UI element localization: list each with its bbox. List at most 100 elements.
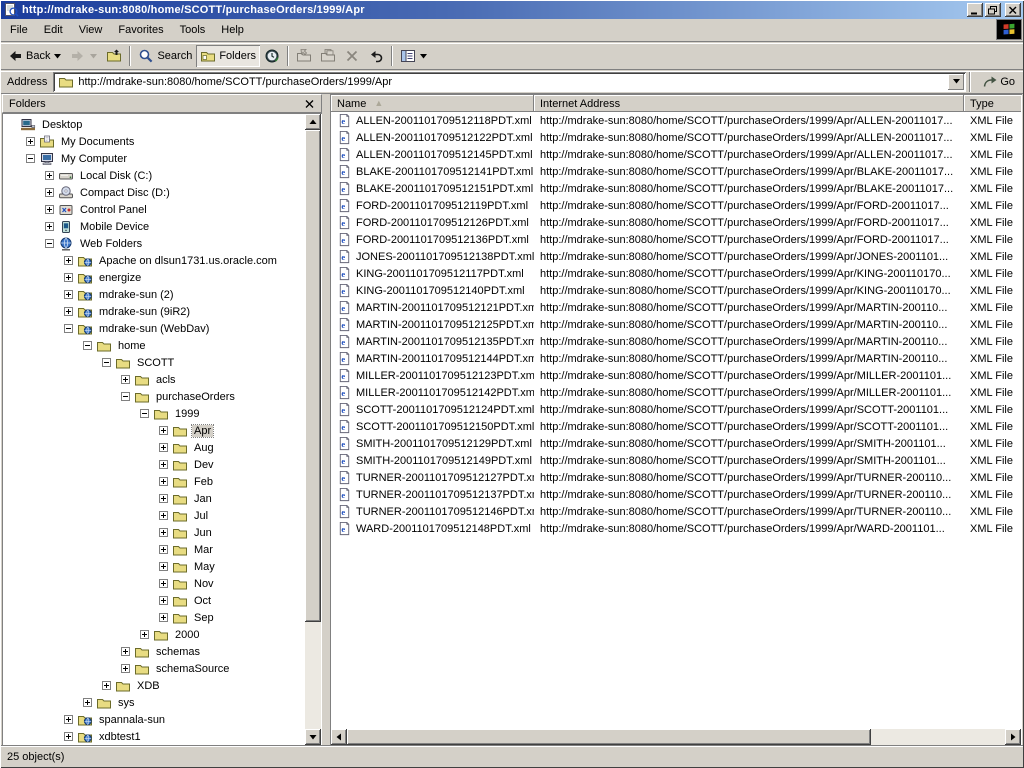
- minimize-button[interactable]: [967, 3, 983, 17]
- chevron-down-icon[interactable]: [53, 45, 62, 67]
- pane-splitter[interactable]: [322, 94, 330, 746]
- forward-button[interactable]: [66, 45, 102, 67]
- file-row-allen-2001101709512118pdt-xml[interactable]: eALLEN-2001101709512118PDT.xmlhttp://mdr…: [331, 112, 1021, 129]
- expand-toggle-icon[interactable]: [159, 579, 168, 588]
- tree-item-my-computer[interactable]: My Computer: [3, 150, 305, 167]
- tree-item-local-disk-c[interactable]: Local Disk (C:): [3, 167, 305, 184]
- tree-item-home[interactable]: home: [3, 337, 305, 354]
- tree-item-oct[interactable]: Oct: [3, 592, 305, 609]
- copy-to-button[interactable]: [316, 45, 340, 67]
- tree-item-jul[interactable]: Jul: [3, 507, 305, 524]
- column-header-name[interactable]: Name ▲: [331, 95, 534, 112]
- tree-item-my-documents[interactable]: My Documents: [3, 133, 305, 150]
- file-row-ford-2001101709512136pdt-xml[interactable]: eFORD-2001101709512136PDT.xmlhttp://mdra…: [331, 231, 1021, 248]
- tree-item-dev[interactable]: Dev: [3, 456, 305, 473]
- expand-toggle-icon[interactable]: [159, 596, 168, 605]
- menu-favorites[interactable]: Favorites: [110, 21, 171, 40]
- file-row-king-2001101709512140pdt-xml[interactable]: eKING-2001101709512140PDT.xmlhttp://mdra…: [331, 282, 1021, 299]
- expand-toggle-icon[interactable]: [159, 511, 168, 520]
- tree-item-xdbtest1[interactable]: xdbtest1: [3, 728, 305, 745]
- file-row-smith-2001101709512129pdt-xml[interactable]: eSMITH-2001101709512129PDT.xmlhttp://mdr…: [331, 435, 1021, 452]
- scroll-right-icon[interactable]: [1005, 729, 1021, 745]
- up-button[interactable]: [102, 45, 126, 67]
- scroll-up-icon[interactable]: [305, 114, 321, 130]
- expand-toggle-icon[interactable]: [121, 664, 130, 673]
- expand-toggle-icon[interactable]: [83, 698, 92, 707]
- close-button[interactable]: [1005, 3, 1021, 17]
- file-row-turner-2001101709512146pdt-xml[interactable]: eTURNER-2001101709512146PDT.xmlhttp://md…: [331, 503, 1021, 520]
- tree-item-xdb[interactable]: XDB: [3, 677, 305, 694]
- tree-item-web-folders[interactable]: Web Folders: [3, 235, 305, 252]
- expand-toggle-icon[interactable]: [64, 290, 73, 299]
- tree-item-mdrake-sun-webdav[interactable]: mdrake-sun (WebDav): [3, 320, 305, 337]
- restore-button[interactable]: [985, 3, 1001, 17]
- expand-toggle-icon[interactable]: [64, 256, 73, 265]
- tree-item-schemasource[interactable]: schemaSource: [3, 660, 305, 677]
- expand-toggle-icon[interactable]: [159, 528, 168, 537]
- tree-item-mdrake-sun-9ir2[interactable]: mdrake-sun (9iR2): [3, 303, 305, 320]
- close-folders-icon[interactable]: [302, 97, 317, 110]
- ie-page-icon[interactable]: [3, 2, 19, 18]
- address-input[interactable]: http://mdrake-sun:8080/home/SCOTT/purcha…: [53, 72, 966, 92]
- delete-button[interactable]: [340, 45, 364, 67]
- tree-item-schemas[interactable]: schemas: [3, 643, 305, 660]
- expand-toggle-icon[interactable]: [159, 443, 168, 452]
- tree-item-mar[interactable]: Mar: [3, 541, 305, 558]
- file-row-blake-2001101709512141pdt-xml[interactable]: eBLAKE-2001101709512141PDT.xmlhttp://mdr…: [331, 163, 1021, 180]
- tree-item-purchaseorders[interactable]: purchaseOrders: [3, 388, 305, 405]
- file-row-martin-2001101709512121pdt-xml[interactable]: eMARTIN-2001101709512121PDT.xmlhttp://md…: [331, 299, 1021, 316]
- tree-item-spannala-sun[interactable]: spannala-sun: [3, 711, 305, 728]
- collapse-toggle-icon[interactable]: [140, 409, 149, 418]
- file-row-blake-2001101709512151pdt-xml[interactable]: eBLAKE-2001101709512151PDT.xmlhttp://mdr…: [331, 180, 1021, 197]
- expand-toggle-icon[interactable]: [45, 205, 54, 214]
- scroll-left-icon[interactable]: [331, 729, 347, 745]
- collapse-toggle-icon[interactable]: [83, 341, 92, 350]
- tree-item-2000[interactable]: 2000: [3, 626, 305, 643]
- menu-tools[interactable]: Tools: [172, 21, 214, 40]
- folders-button[interactable]: Folders: [196, 45, 260, 67]
- tree-vertical-scrollbar[interactable]: [305, 114, 321, 745]
- file-row-jones-2001101709512138pdt-xml[interactable]: eJONES-2001101709512138PDT.xmlhttp://mdr…: [331, 248, 1021, 265]
- collapse-toggle-icon[interactable]: [45, 239, 54, 248]
- collapse-toggle-icon[interactable]: [64, 324, 73, 333]
- tree-item-jun[interactable]: Jun: [3, 524, 305, 541]
- tree-item-compact-disc-d[interactable]: Compact Disc (D:): [3, 184, 305, 201]
- file-row-ford-2001101709512126pdt-xml[interactable]: eFORD-2001101709512126PDT.xmlhttp://mdra…: [331, 214, 1021, 231]
- expand-toggle-icon[interactable]: [159, 613, 168, 622]
- back-button[interactable]: Back: [3, 45, 66, 67]
- expand-toggle-icon[interactable]: [159, 562, 168, 571]
- expand-toggle-icon[interactable]: [26, 137, 35, 146]
- expand-toggle-icon[interactable]: [121, 647, 130, 656]
- scroll-down-icon[interactable]: [305, 729, 321, 745]
- tree-item-energize[interactable]: energize: [3, 269, 305, 286]
- tree-item-jan[interactable]: Jan: [3, 490, 305, 507]
- search-button[interactable]: Search: [134, 45, 196, 67]
- file-row-ford-2001101709512119pdt-xml[interactable]: eFORD-2001101709512119PDT.xmlhttp://mdra…: [331, 197, 1021, 214]
- file-row-smith-2001101709512149pdt-xml[interactable]: eSMITH-2001101709512149PDT.xmlhttp://mdr…: [331, 452, 1021, 469]
- tree-item-apr[interactable]: Apr: [3, 422, 305, 439]
- column-header-internet-address[interactable]: Internet Address: [534, 95, 964, 112]
- tree-item-apache-on-dlsun1731-us-oracle-com[interactable]: Apache on dlsun1731.us.oracle.com: [3, 252, 305, 269]
- move-to-button[interactable]: [292, 45, 316, 67]
- expand-toggle-icon[interactable]: [140, 630, 149, 639]
- expand-toggle-icon[interactable]: [159, 494, 168, 503]
- list-horizontal-scrollbar[interactable]: [331, 729, 1021, 745]
- expand-toggle-icon[interactable]: [121, 375, 130, 384]
- expand-toggle-icon[interactable]: [159, 477, 168, 486]
- views-button[interactable]: [396, 45, 432, 67]
- file-row-miller-2001101709512123pdt-xml[interactable]: eMILLER-2001101709512123PDT.xmlhttp://md…: [331, 367, 1021, 384]
- go-button[interactable]: Go: [978, 72, 1021, 92]
- expand-toggle-icon[interactable]: [159, 426, 168, 435]
- tree-item-acls[interactable]: acls: [3, 371, 305, 388]
- scrollbar-thumb[interactable]: [305, 130, 321, 622]
- address-dropdown-button[interactable]: [948, 74, 964, 90]
- file-row-scott-2001101709512124pdt-xml[interactable]: eSCOTT-2001101709512124PDT.xmlhttp://mdr…: [331, 401, 1021, 418]
- tree-item-desktop[interactable]: Desktop: [3, 116, 305, 133]
- tree-item-feb[interactable]: Feb: [3, 473, 305, 490]
- file-row-turner-2001101709512127pdt-xml[interactable]: eTURNER-2001101709512127PDT.xmlhttp://md…: [331, 469, 1021, 486]
- tree-item-sep[interactable]: Sep: [3, 609, 305, 626]
- menu-help[interactable]: Help: [213, 21, 252, 40]
- file-row-turner-2001101709512137pdt-xml[interactable]: eTURNER-2001101709512137PDT.xmlhttp://md…: [331, 486, 1021, 503]
- tree-item-nov[interactable]: Nov: [3, 575, 305, 592]
- tree-item-control-panel[interactable]: Control Panel: [3, 201, 305, 218]
